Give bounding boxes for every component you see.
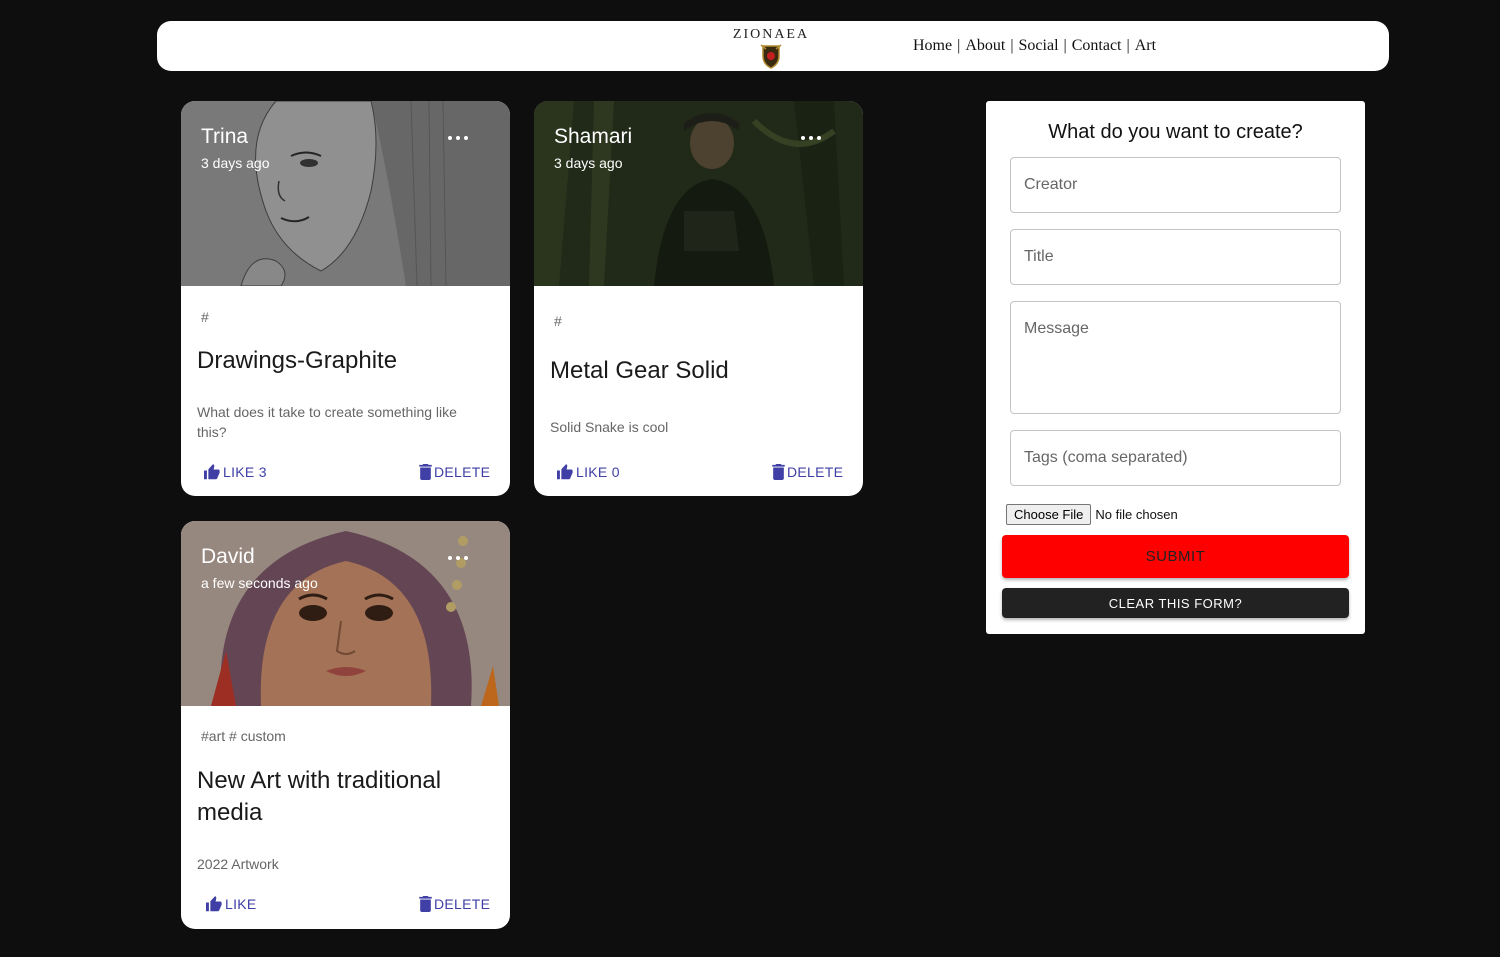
- nav-separator: |: [1063, 37, 1067, 54]
- more-options-icon[interactable]: [798, 127, 824, 147]
- thumb-up-icon: [557, 464, 573, 480]
- post-creator: Shamari: [554, 125, 633, 148]
- more-options-icon[interactable]: [445, 127, 471, 147]
- nav-separator: |: [1126, 37, 1130, 54]
- thumb-up-icon: [206, 896, 222, 912]
- trash-icon: [419, 464, 432, 480]
- nav-social-link[interactable]: Social: [1019, 37, 1059, 54]
- nav-contact-link[interactable]: Contact: [1072, 37, 1122, 54]
- post-time: 3 days ago: [554, 155, 623, 171]
- post-time: a few seconds ago: [201, 575, 318, 591]
- tags-input[interactable]: [1010, 430, 1341, 486]
- delete-button[interactable]: DELETE: [419, 464, 490, 480]
- post-creator: David: [201, 545, 255, 568]
- title-input[interactable]: [1010, 229, 1341, 285]
- like-label: LIKE 3: [223, 464, 267, 480]
- post-tags: #: [554, 313, 562, 329]
- like-button[interactable]: LIKE 0: [556, 464, 620, 480]
- file-picker: Choose File No file chosen: [1006, 504, 1178, 525]
- app-header: ZIONAEA Home | About | Social | Contact | Art: [157, 21, 1389, 71]
- choose-file-button[interactable]: Choose File: [1006, 504, 1092, 525]
- delete-button[interactable]: DELETE: [419, 896, 490, 912]
- post-card: Shamari 3 days ago # Metal Gear Solid So…: [534, 101, 863, 496]
- nav-home-link[interactable]: Home: [913, 37, 952, 54]
- logo-text: ZIONAEA: [732, 27, 810, 42]
- trash-icon: [772, 464, 785, 480]
- file-status: No file chosen: [1095, 507, 1178, 522]
- like-label: LIKE 0: [576, 464, 620, 480]
- thumb-up-icon: [204, 464, 220, 480]
- post-title: Drawings-Graphite: [197, 347, 398, 374]
- message-textarea[interactable]: [1010, 301, 1341, 414]
- trash-icon: [419, 896, 432, 912]
- crest-icon: [760, 44, 782, 69]
- post-creator: Trina: [201, 125, 249, 148]
- nav-separator: |: [1010, 37, 1014, 54]
- like-label: LIKE: [225, 896, 257, 912]
- site-logo[interactable]: ZIONAEA: [727, 25, 815, 69]
- delete-label: DELETE: [787, 464, 844, 480]
- post-tags: #: [201, 309, 209, 325]
- nav-art-link[interactable]: Art: [1135, 37, 1156, 54]
- post-time: 3 days ago: [201, 155, 270, 171]
- delete-label: DELETE: [434, 896, 491, 912]
- like-button[interactable]: LIKE: [205, 896, 257, 912]
- post-title: New Art with traditional media: [197, 767, 442, 826]
- post-message: Solid Snake is cool: [550, 419, 669, 435]
- main-nav: Home | About | Social | Contact | Art: [913, 37, 1156, 55]
- create-post-form: What do you want to create? Choose File …: [986, 101, 1365, 634]
- post-tags: #art # custom: [201, 728, 286, 744]
- nav-about-link[interactable]: About: [965, 37, 1005, 54]
- delete-label: DELETE: [434, 464, 491, 480]
- post-card: David a few seconds ago #art # custom Ne…: [181, 521, 510, 929]
- post-message: 2022 Artwork: [197, 856, 279, 872]
- submit-button[interactable]: SUBMIT: [1002, 535, 1349, 578]
- form-title: What do you want to create?: [1048, 121, 1303, 143]
- nav-separator: |: [957, 37, 961, 54]
- post-title: Metal Gear Solid: [550, 357, 729, 384]
- post-card: Trina 3 days ago # Drawings-Graphite Wha…: [181, 101, 510, 496]
- clear-form-button[interactable]: CLEAR THIS FORM?: [1002, 588, 1349, 618]
- delete-button[interactable]: DELETE: [772, 464, 843, 480]
- creator-input[interactable]: [1010, 157, 1341, 213]
- more-options-icon[interactable]: [445, 547, 471, 567]
- like-button[interactable]: LIKE 3: [203, 464, 267, 480]
- post-message: What does it take to create something li…: [197, 404, 457, 440]
